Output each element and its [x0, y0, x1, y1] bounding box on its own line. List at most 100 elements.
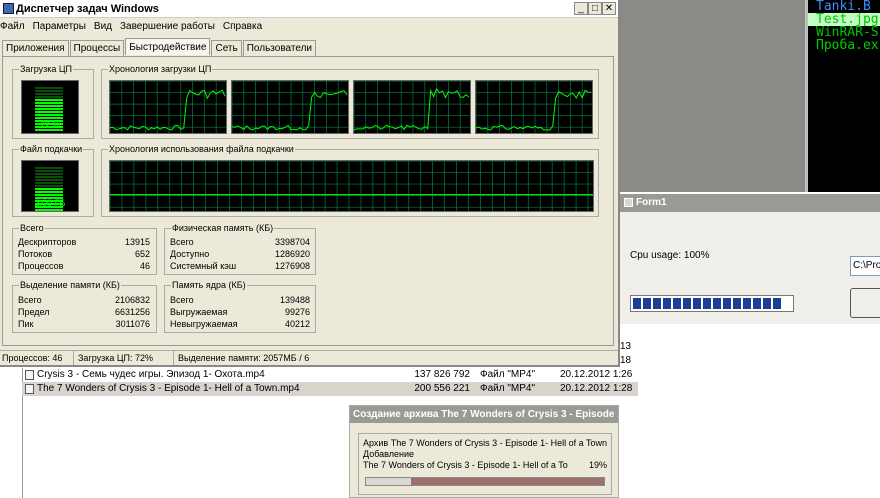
path-input[interactable]: C:\Pro — [850, 256, 880, 276]
meter-segment — [35, 90, 63, 92]
totals-label: Всего — [19, 222, 45, 234]
pagefile-history-label: Хронология использования файла подкачки — [108, 143, 295, 155]
meter-segment — [35, 167, 63, 169]
history-trace — [354, 87, 470, 131]
cpu-usage-label: Загрузка ЦП — [19, 63, 74, 75]
tab-processes[interactable]: Процессы — [69, 40, 125, 57]
stat-threads: Потоков 652 — [18, 249, 150, 259]
menu-file[interactable]: Файл — [0, 18, 25, 35]
stat-phys-available: Доступно 1286920 — [170, 249, 310, 259]
tab-performance[interactable]: Быстродействие — [125, 38, 211, 55]
progress-block — [723, 298, 731, 309]
form1-button[interactable] — [850, 288, 880, 318]
stat-commit-total: Всего 2106832 — [18, 295, 150, 305]
meter-segment — [35, 117, 63, 119]
cpu-usage-group: Загрузка ЦП 72 % — [12, 63, 94, 139]
task-manager-titlebar[interactable]: Диспетчер задач Windows — [0, 0, 618, 18]
progress-block — [773, 298, 781, 309]
progress-block — [733, 298, 741, 309]
progress-block — [673, 298, 681, 309]
list-item[interactable]: Crysis 3 - Семь чудес игры. Эпизод 1- Ох… — [22, 368, 638, 382]
archive-progress-window: Создание архива The 7 Wonders of Crysis … — [349, 405, 619, 498]
tab-users[interactable]: Пользователи — [242, 40, 316, 57]
pagefile-history-group: Хронология использования файла подкачки — [101, 143, 599, 217]
stat-commit-limit: Предел 6631256 — [18, 307, 150, 317]
stat-kernel-total: Всего 139488 — [170, 295, 310, 305]
meter-segment — [35, 194, 63, 196]
totals-group: Всего Дескрипторов 13915 Потоков 652 Проце… — [12, 222, 157, 275]
performance-pane: Загрузка ЦП 72 % Хронология загрузки ЦП … — [2, 56, 614, 346]
cpu-history-graph — [231, 80, 349, 134]
archive-name: Архив The 7 Wonders of Crysis 3 - Episod… — [363, 438, 607, 448]
history-trace — [110, 89, 226, 131]
meter-segment — [35, 188, 63, 190]
pagefile-history-graph — [109, 160, 594, 212]
minimize-button[interactable]: _ — [574, 2, 588, 15]
physical-memory-label: Физическая память (КБ) — [171, 222, 275, 234]
progress-block — [683, 298, 691, 309]
file-size: 200 556 221 — [414, 383, 470, 394]
window-title: Диспетчер задач Windows — [16, 3, 159, 15]
file-size: 137 826 792 — [414, 369, 470, 380]
kernel-memory-label: Память ядра (КБ) — [171, 279, 247, 291]
status-cpu: Загрузка ЦП: 72% — [76, 351, 174, 365]
progress-block — [703, 298, 711, 309]
tab-networking[interactable]: Сеть — [211, 40, 242, 57]
meter-segment — [35, 105, 63, 107]
meter-segment — [35, 99, 63, 101]
progress-block — [633, 298, 641, 309]
commit-group: Выделение памяти (КБ) Всего 2106832 Преде… — [12, 279, 157, 333]
archive-file-row: The 7 Wonders of Crysis 3 - Episode 1- H… — [363, 460, 607, 471]
task-manager-window: Диспетчер задач Windows _ □ ✕ Файл Парам… — [0, 0, 620, 367]
cpu-progress-bar — [630, 295, 794, 312]
maximize-button[interactable]: □ — [588, 2, 602, 15]
progress-block — [693, 298, 701, 309]
meter-segment — [35, 114, 63, 116]
tab-applications[interactable]: Приложения — [2, 40, 69, 57]
cpu-history-label: Хронология загрузки ЦП — [108, 63, 213, 75]
form1-title: Form1 — [636, 197, 667, 208]
physical-memory-group: Физическая память (КБ) Всего 3398704 Дост… — [164, 222, 316, 275]
close-button[interactable]: ✕ — [602, 2, 616, 15]
cpu-history-graph — [353, 80, 471, 134]
file-icon — [25, 384, 34, 394]
archive-file-name: The 7 Wonders of Crysis 3 - Episode 1- H… — [363, 460, 568, 470]
pagefile-meter: 2,00 ГБ — [21, 160, 79, 212]
meter-segment — [35, 182, 63, 184]
progress-block — [753, 298, 761, 309]
progress-block — [743, 298, 751, 309]
file-type: Файл "MP4" — [480, 369, 536, 380]
status-processes: Процессов: 46 — [0, 351, 74, 365]
meter-segment — [35, 102, 63, 104]
archive-action: Добавление — [363, 449, 414, 459]
desktop-area — [620, 0, 805, 192]
meter-segment — [35, 185, 63, 187]
meter-segment — [35, 111, 63, 113]
meter-segment — [35, 108, 63, 110]
progress-block — [713, 298, 721, 309]
menu-view[interactable]: Вид — [94, 18, 112, 35]
stat-processes: Процессов 46 — [18, 261, 150, 271]
archive-percent: 19% — [588, 460, 607, 470]
meter-segment — [35, 170, 63, 172]
progress-block — [763, 298, 771, 309]
tab-strip: Приложения Процессы Быстродействие Сеть … — [2, 38, 317, 57]
menu-shutdown[interactable]: Завершение работы — [120, 18, 215, 35]
status-commit: Выделение памяти: 2057МБ / 6 — [178, 353, 310, 363]
archive-progress-bar — [365, 477, 605, 486]
stat-handles: Дескрипторов 13915 — [18, 237, 150, 247]
pagefile-label: Файл подкачки — [19, 143, 84, 155]
progress-block — [663, 298, 671, 309]
form1-titlebar[interactable]: Form1 — [620, 194, 880, 212]
archive-titlebar[interactable]: Создание архива The 7 Wonders of Crysis … — [350, 406, 618, 423]
file-date: 20.12.2012 1:28 — [560, 383, 633, 394]
menu-options[interactable]: Параметры — [33, 18, 86, 35]
menu-help[interactable]: Справка — [223, 18, 262, 35]
progress-block — [653, 298, 661, 309]
app-icon — [624, 198, 633, 207]
list-item[interactable]: The 7 Wonders of Crysis 3 - Episode 1- H… — [22, 382, 638, 396]
stat-kernel-paged: Выгружаемая 99276 — [170, 307, 310, 317]
meter-segment — [35, 209, 63, 211]
console-line: Проба.ex — [816, 38, 879, 53]
commit-label: Выделение памяти (КБ) — [19, 279, 121, 291]
